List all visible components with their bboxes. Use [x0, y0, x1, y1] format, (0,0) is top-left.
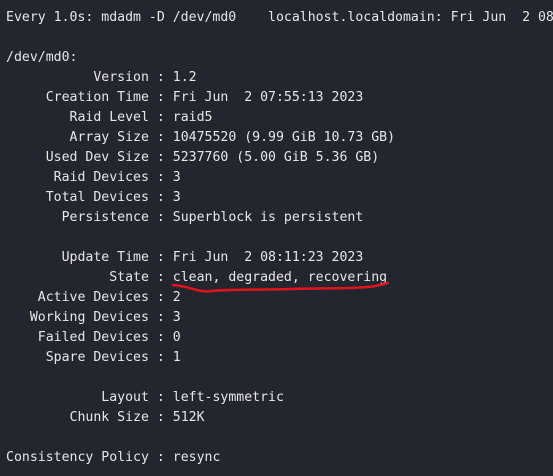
- field-value: raid5: [172, 110, 213, 125]
- field-row-used-dev-size: Used Dev Size : 5237760 (5.00 GiB 5.36 G…: [6, 148, 380, 168]
- terminal-window[interactable]: Every 1.0s: mdadm -D /dev/md0 localhost.…: [0, 0, 553, 476]
- field-separator: :: [148, 390, 173, 405]
- watch-header: Every 1.0s: mdadm -D /dev/md0 localhost.…: [6, 8, 553, 28]
- field-separator: :: [148, 170, 173, 185]
- field-label: Array Size: [6, 130, 149, 145]
- field-separator: :: [148, 270, 173, 285]
- field-row-update-time: Update Time : Fri Jun 2 08:11:23 2023: [6, 248, 364, 268]
- field-value: left-symmetric: [172, 390, 284, 405]
- field-value: 3: [172, 310, 181, 325]
- device-heading: /dev/md0:: [6, 50, 78, 65]
- state-value: clean, degraded, recovering: [172, 270, 388, 285]
- field-label: Failed Devices: [6, 330, 149, 345]
- field-separator: :: [148, 150, 173, 165]
- field-row-spare-devices: Spare Devices : 1: [6, 348, 181, 368]
- field-row-array-size: Array Size : 10475520 (9.99 GiB 10.73 GB…: [6, 128, 396, 148]
- field-value: Fri Jun 2 08:11:23 2023: [172, 250, 364, 265]
- field-separator: :: [148, 450, 173, 465]
- field-row-layout: Layout : left-symmetric: [6, 388, 284, 408]
- field-row-active-devices: Active Devices : 2: [6, 288, 181, 308]
- field-label: State: [6, 270, 149, 285]
- field-label: Chunk Size: [6, 410, 149, 425]
- field-label: Consistency Policy: [6, 450, 149, 465]
- field-row-working-devices: Working Devices : 3: [6, 308, 181, 328]
- field-separator: :: [148, 90, 173, 105]
- field-label: Spare Devices: [6, 350, 149, 365]
- field-value: 512K: [172, 410, 205, 425]
- field-row-failed-devices: Failed Devices : 0: [6, 328, 181, 348]
- field-label: Active Devices: [6, 290, 149, 305]
- field-separator: :: [148, 110, 173, 125]
- field-separator: :: [148, 130, 173, 145]
- field-separator: :: [148, 350, 173, 365]
- field-label: Persistence: [6, 210, 149, 225]
- field-row-chunk-size: Chunk Size : 512K: [6, 408, 205, 428]
- field-value: 3: [172, 170, 181, 185]
- field-row-state: State : clean, degraded, recovering: [6, 268, 387, 288]
- field-label: Total Devices: [6, 190, 149, 205]
- field-row-raid-devices: Raid Devices : 3: [6, 168, 181, 188]
- field-label: Raid Devices: [6, 170, 149, 185]
- field-row-creation-time: Creation Time : Fri Jun 2 07:55:13 2023: [6, 88, 364, 108]
- field-separator: :: [148, 330, 173, 345]
- field-label: Update Time: [6, 250, 149, 265]
- field-row-consistency-policy: Consistency Policy : resync: [6, 448, 220, 468]
- field-value: resync: [172, 450, 221, 465]
- field-value: 5237760 (5.00 GiB 5.36 GB): [172, 150, 380, 165]
- field-separator: :: [148, 310, 173, 325]
- field-label: Creation Time: [6, 90, 149, 105]
- field-value: 3: [172, 190, 181, 205]
- field-separator: :: [148, 190, 173, 205]
- field-label: Layout: [6, 390, 149, 405]
- field-value: Superblock is persistent: [172, 210, 364, 225]
- field-label: Used Dev Size: [6, 150, 149, 165]
- field-label: Version: [6, 70, 149, 85]
- field-separator: :: [148, 250, 173, 265]
- field-value: 10475520 (9.99 GiB 10.73 GB): [172, 130, 396, 145]
- field-row-persistence: Persistence : Superblock is persistent: [6, 208, 364, 228]
- field-value: Fri Jun 2 07:55:13 2023: [172, 90, 364, 105]
- field-row-version: Version : 1.2: [6, 68, 197, 88]
- field-value: 1: [172, 350, 181, 365]
- field-value: 2: [172, 290, 181, 305]
- field-separator: :: [148, 410, 173, 425]
- host-timestamp: localhost.localdomain: Fri Jun 2 08: [268, 10, 553, 25]
- field-separator: :: [148, 70, 173, 85]
- field-separator: :: [148, 290, 173, 305]
- field-label: Raid Level: [6, 110, 149, 125]
- watch-command: Every 1.0s: mdadm -D /dev/md0: [6, 10, 237, 25]
- field-row-total-devices: Total Devices : 3: [6, 188, 181, 208]
- field-separator: :: [148, 210, 173, 225]
- field-value: 1.2: [172, 70, 197, 85]
- field-value: 0: [172, 330, 181, 345]
- field-row-raid-level: Raid Level : raid5: [6, 108, 213, 128]
- field-label: Working Devices: [6, 310, 149, 325]
